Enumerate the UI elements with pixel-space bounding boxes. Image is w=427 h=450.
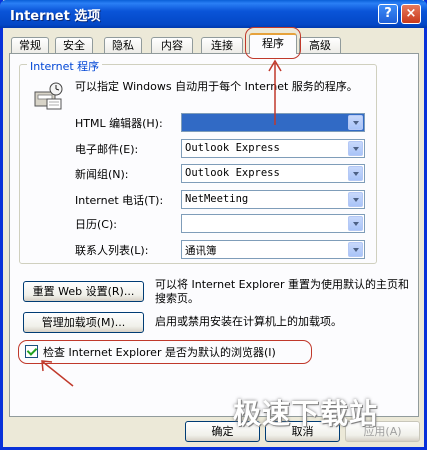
chevron-down-icon[interactable] <box>348 166 363 181</box>
reset-web-description: 可以将 Internet Explorer 重置为使用默认的主页和搜索页。 <box>155 278 409 305</box>
calendar-label: 日历(C): <box>75 218 117 231</box>
internet-options-dialog: Internet 选项 ? × 常规 安全 隐私 内容 连接 程序 高级 Int… <box>0 0 427 450</box>
newsgroups-value: Outlook Express <box>185 167 280 179</box>
tab-content[interactable]: 内容 <box>151 37 193 54</box>
tab-privacy[interactable]: 隐私 <box>104 37 142 54</box>
tab-programs[interactable]: 程序 <box>249 33 297 54</box>
email-select[interactable]: Outlook Express <box>181 139 365 158</box>
contacts-label: 联系人列表(L): <box>75 244 149 257</box>
tab-connections[interactable]: 连接 <box>201 37 243 54</box>
contacts-value: 通讯簿 <box>185 245 217 257</box>
tab-general[interactable]: 常规 <box>11 37 49 54</box>
reset-web-settings-button[interactable]: 重置 Web 设置(R)... <box>23 281 144 302</box>
help-button[interactable]: ? <box>378 4 398 24</box>
email-label: 电子邮件(E): <box>75 143 139 156</box>
chevron-down-icon[interactable] <box>348 115 363 130</box>
chevron-down-icon[interactable] <box>348 192 363 207</box>
internet-call-select[interactable]: NetMeeting <box>181 190 365 209</box>
programs-description: 可以指定 Windows 自动用于每个 Internet 服务的程序。 <box>75 80 358 93</box>
annotation-arrow-diag-icon <box>41 360 74 387</box>
manage-addons-description: 启用或禁用安装在计算机上的加载项。 <box>155 315 342 328</box>
annotation-arrow-up-icon <box>268 59 282 125</box>
manage-addons-button[interactable]: 管理加载项(M)... <box>23 312 144 333</box>
tab-advanced[interactable]: 高级 <box>299 37 341 54</box>
title-bar: Internet 选项 ? × <box>0 0 427 28</box>
window-title: Internet 选项 <box>10 9 101 24</box>
calendar-select[interactable] <box>181 214 365 233</box>
chevron-down-icon[interactable] <box>348 242 363 257</box>
watermark-text: 极速下载站 <box>233 397 379 430</box>
html-editor-label: HTML 编辑器(H): <box>75 117 163 130</box>
internet-call-value: NetMeeting <box>185 193 249 205</box>
newsgroups-select[interactable]: Outlook Express <box>181 164 365 183</box>
tab-security[interactable]: 安全 <box>55 37 93 54</box>
newsgroups-label: 新闻组(N): <box>75 168 129 181</box>
contacts-select[interactable]: 通讯簿 <box>181 240 365 259</box>
group-label: Internet 程序 <box>27 58 103 74</box>
email-value: Outlook Express <box>185 142 280 154</box>
internet-call-label: Internet 电话(T): <box>75 194 164 207</box>
programs-icon <box>34 82 63 110</box>
close-button[interactable]: × <box>401 4 421 24</box>
chevron-down-icon[interactable] <box>348 216 363 231</box>
chevron-down-icon[interactable] <box>348 141 363 156</box>
